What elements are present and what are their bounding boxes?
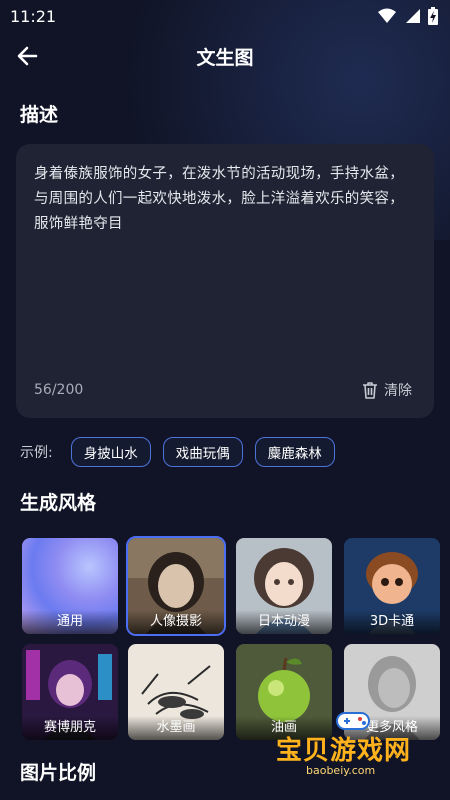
style-tile-3d-cartoon[interactable]: 3D卡通 — [344, 538, 440, 634]
description-text[interactable]: 身着傣族服饰的女子，在泼水节的活动现场，手持水盆，与周围的人们一起欢快地泼水，脸… — [34, 162, 416, 237]
character-counter: 56/200 — [34, 382, 84, 398]
style-tile-cyberpunk[interactable]: 赛博朋克 — [22, 644, 118, 740]
status-bar: 11:21 — [0, 0, 450, 32]
style-label: 水墨画 — [128, 716, 224, 740]
style-label: 人像摄影 — [128, 610, 224, 634]
example-chip[interactable]: 戏曲玩偶 — [162, 437, 243, 467]
battery-icon — [428, 7, 438, 25]
examples-label: 示例: — [20, 445, 53, 461]
example-chip[interactable]: 身披山水 — [70, 437, 151, 467]
gamepad-icon — [336, 712, 370, 730]
style-tile-portrait[interactable]: 人像摄影 — [126, 536, 226, 636]
description-input[interactable]: 身着傣族服饰的女子，在泼水节的活动现场，手持水盆，与周围的人们一起欢快地泼水，脸… — [16, 144, 434, 418]
watermark-text: 宝贝游戏网 — [276, 736, 412, 766]
page-title: 文生图 — [196, 46, 254, 69]
ratio-heading: 图片比例 — [20, 762, 97, 784]
trash-icon — [363, 382, 377, 399]
status-icons — [378, 7, 438, 25]
style-label: 赛博朋克 — [22, 716, 118, 740]
examples-row: 示例: 身披山水 戏曲玩偶 麋鹿森林 — [20, 437, 347, 467]
clear-label: 清除 — [384, 383, 412, 399]
example-chip[interactable]: 麋鹿森林 — [254, 437, 335, 467]
description-heading: 描述 — [20, 104, 59, 126]
style-tile-ink-wash[interactable]: 水墨画 — [128, 644, 224, 740]
watermark-logo: 宝贝游戏网 baobeiy.com — [276, 710, 436, 780]
style-label: 日本动漫 — [236, 610, 332, 634]
back-arrow-icon[interactable] — [14, 42, 42, 70]
style-tile-anime[interactable]: 日本动漫 — [236, 538, 332, 634]
watermark-url: baobeiy.com — [306, 764, 376, 777]
style-heading: 生成风格 — [20, 492, 97, 514]
clear-button[interactable]: 清除 — [362, 380, 412, 400]
style-label: 通用 — [22, 610, 118, 634]
style-tile-general[interactable]: 通用 — [22, 538, 118, 634]
status-time: 11:21 — [10, 6, 57, 26]
signal-icon — [406, 9, 420, 23]
style-label: 3D卡通 — [344, 610, 440, 634]
app-bar: 文生图 — [0, 34, 450, 78]
wifi-icon — [378, 8, 396, 23]
